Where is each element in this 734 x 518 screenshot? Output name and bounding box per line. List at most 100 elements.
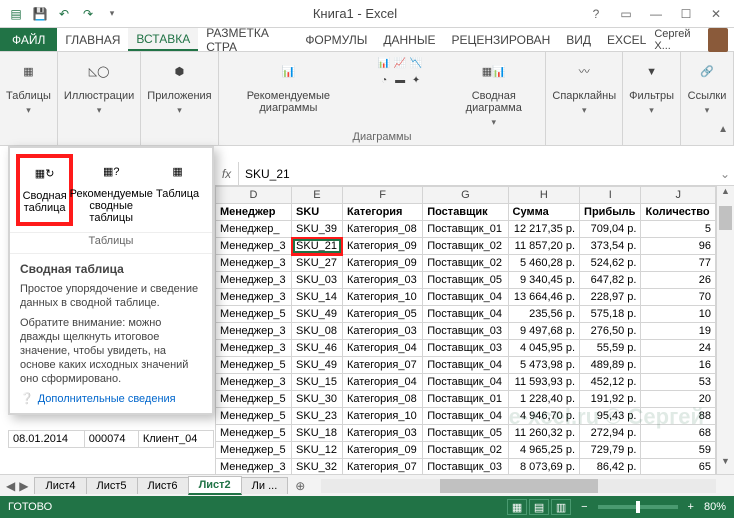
cell[interactable]: Категория_03 bbox=[342, 323, 422, 340]
tab-formulas[interactable]: ФОРМУЛЫ bbox=[297, 28, 375, 51]
add-sheet-icon[interactable]: ⊕ bbox=[287, 479, 313, 493]
cell[interactable]: Категория_08 bbox=[342, 391, 422, 408]
field-header[interactable]: Сумма bbox=[508, 204, 579, 221]
cell[interactable]: Поставщик_03 bbox=[423, 459, 508, 475]
cell[interactable]: 08.01.2014 bbox=[9, 431, 85, 448]
insert-table-button[interactable]: ▦ Таблица bbox=[151, 156, 204, 224]
cell[interactable]: 709,04 p. bbox=[580, 221, 641, 238]
cell[interactable]: SKU_49 bbox=[292, 357, 343, 374]
cell[interactable]: 11 593,93 p. bbox=[508, 374, 579, 391]
cell[interactable]: Категория_05 bbox=[342, 306, 422, 323]
cell[interactable]: 59 bbox=[641, 442, 716, 459]
cell[interactable]: Поставщик_02 bbox=[423, 238, 508, 255]
avatar[interactable] bbox=[708, 28, 728, 52]
cell[interactable]: SKU_14 bbox=[292, 289, 343, 306]
recommended-pivot-button[interactable]: ▦? Рекомендуемые сводные таблицы bbox=[81, 156, 141, 224]
cell[interactable]: 1 228,40 p. bbox=[508, 391, 579, 408]
field-header[interactable]: Менеджер bbox=[216, 204, 292, 221]
cell[interactable]: Категория_07 bbox=[342, 459, 422, 475]
col-header[interactable]: J bbox=[641, 187, 716, 204]
cell[interactable]: SKU_18 bbox=[292, 425, 343, 442]
cell[interactable]: 12 217,35 p. bbox=[508, 221, 579, 238]
cell[interactable]: 452,12 p. bbox=[580, 374, 641, 391]
cell[interactable]: Поставщик_04 bbox=[423, 408, 508, 425]
zoom-out-icon[interactable]: − bbox=[581, 501, 587, 513]
cell[interactable]: 53 bbox=[641, 374, 716, 391]
scroll-thumb[interactable] bbox=[719, 206, 732, 230]
col-header[interactable]: G bbox=[423, 187, 508, 204]
sheet-tab[interactable]: Лист5 bbox=[86, 477, 138, 494]
cell[interactable]: Поставщик_02 bbox=[423, 255, 508, 272]
cell[interactable]: 276,50 p. bbox=[580, 323, 641, 340]
cell[interactable]: 9 340,45 p. bbox=[508, 272, 579, 289]
zoom-in-icon[interactable]: + bbox=[688, 501, 694, 513]
help-icon[interactable]: ? bbox=[582, 4, 610, 24]
cell[interactable]: 88 bbox=[641, 408, 716, 425]
cell[interactable]: SKU_32 bbox=[292, 459, 343, 475]
cell[interactable]: 524,62 p. bbox=[580, 255, 641, 272]
cell[interactable]: Менеджер_3 bbox=[216, 459, 292, 475]
cell[interactable]: Категория_04 bbox=[342, 374, 422, 391]
cell[interactable]: Категория_03 bbox=[342, 272, 422, 289]
cell[interactable]: 24 bbox=[641, 340, 716, 357]
cell[interactable]: Менеджер_5 bbox=[216, 408, 292, 425]
cell[interactable]: Менеджер_3 bbox=[216, 255, 292, 272]
cell[interactable]: Поставщик_01 bbox=[423, 221, 508, 238]
field-header[interactable]: Прибыль bbox=[580, 204, 641, 221]
cell[interactable]: Категория_07 bbox=[342, 357, 422, 374]
vertical-scrollbar[interactable]: ▲ ▼ bbox=[716, 186, 734, 474]
cell[interactable]: 5 bbox=[641, 221, 716, 238]
cell[interactable]: Менеджер_3 bbox=[216, 272, 292, 289]
cell[interactable]: 373,54 p. bbox=[580, 238, 641, 255]
links-button[interactable]: 🔗 Ссылки▾ bbox=[687, 56, 727, 116]
cell[interactable]: Поставщик_04 bbox=[423, 289, 508, 306]
cell[interactable]: 65 bbox=[641, 459, 716, 475]
apps-button[interactable]: ⬢ Приложения▾ bbox=[147, 56, 211, 116]
cell[interactable]: 95,43 p. bbox=[580, 408, 641, 425]
cell[interactable]: SKU_21 bbox=[292, 238, 343, 255]
zoom-slider[interactable] bbox=[598, 505, 678, 509]
cell[interactable]: Менеджер_5 bbox=[216, 391, 292, 408]
cell[interactable]: 26 bbox=[641, 272, 716, 289]
col-header[interactable]: I bbox=[580, 187, 641, 204]
cell[interactable]: Категория_03 bbox=[342, 425, 422, 442]
sheet-tab[interactable]: Лист4 bbox=[34, 477, 86, 494]
save-icon[interactable]: 💾 bbox=[30, 4, 50, 24]
cell[interactable]: Менеджер_ bbox=[216, 221, 292, 238]
cell[interactable]: Категория_08 bbox=[342, 221, 422, 238]
cell[interactable]: 55,59 p. bbox=[580, 340, 641, 357]
cell[interactable]: Менеджер_3 bbox=[216, 238, 292, 255]
qat-dropdown-icon[interactable]: ▾ bbox=[102, 4, 122, 24]
fx-icon[interactable]: fx bbox=[215, 162, 239, 185]
col-header[interactable]: E bbox=[292, 187, 343, 204]
cell[interactable]: Менеджер_3 bbox=[216, 340, 292, 357]
scroll-down-icon[interactable]: ▼ bbox=[717, 456, 734, 474]
cell[interactable]: Поставщик_04 bbox=[423, 306, 508, 323]
tab-excel[interactable]: EXCEL bbox=[599, 28, 654, 51]
cell[interactable]: SKU_15 bbox=[292, 374, 343, 391]
illustrations-button[interactable]: ◺◯ Иллюстрации▾ bbox=[64, 56, 134, 116]
cell[interactable]: 11 857,20 p. bbox=[508, 238, 579, 255]
cell[interactable]: Менеджер_5 bbox=[216, 442, 292, 459]
sheet-tab[interactable]: Лист6 bbox=[137, 477, 189, 494]
cell[interactable]: 86,42 p. bbox=[580, 459, 641, 475]
tab-insert[interactable]: ВСТАВКА bbox=[128, 28, 198, 51]
cell[interactable]: Менеджер_5 bbox=[216, 357, 292, 374]
cell[interactable]: 68 bbox=[641, 425, 716, 442]
cell[interactable]: 11 260,32 p. bbox=[508, 425, 579, 442]
cell[interactable]: Поставщик_04 bbox=[423, 357, 508, 374]
collapse-ribbon-icon[interactable]: ▲ bbox=[718, 124, 728, 135]
cell[interactable]: 272,94 p. bbox=[580, 425, 641, 442]
cell[interactable]: Категория_09 bbox=[342, 255, 422, 272]
recommended-charts-button[interactable]: 📊 Рекомендуемые диаграммы bbox=[225, 56, 352, 114]
cell[interactable]: Поставщик_03 bbox=[423, 340, 508, 357]
cell[interactable]: 4 045,95 p. bbox=[508, 340, 579, 357]
col-header[interactable]: F bbox=[342, 187, 422, 204]
maximize-icon[interactable]: ☐ bbox=[672, 4, 700, 24]
cell[interactable]: 489,89 p. bbox=[580, 357, 641, 374]
cell[interactable]: Менеджер_5 bbox=[216, 425, 292, 442]
cell[interactable]: 647,82 p. bbox=[580, 272, 641, 289]
cell[interactable]: Менеджер_3 bbox=[216, 374, 292, 391]
col-header[interactable]: D bbox=[216, 187, 292, 204]
field-header[interactable]: SKU bbox=[292, 204, 343, 221]
